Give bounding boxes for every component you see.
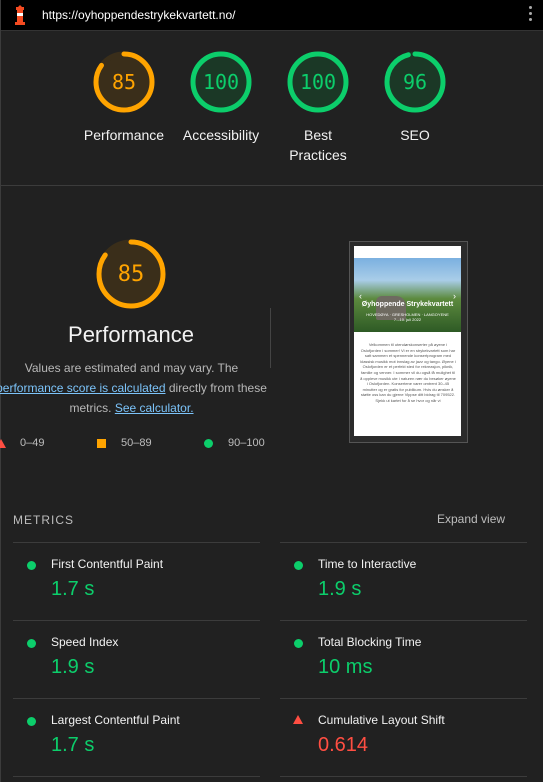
top-bar: https://oyhoppendestrykekvartett.no/ <box>0 0 543 31</box>
section-divider <box>0 185 543 186</box>
metric-value: 0.614 <box>318 734 369 756</box>
metric-largest-contentful-paint: Largest Contentful Paint 1.7 s <box>13 698 253 758</box>
gauge-label: Accessibility <box>182 127 260 143</box>
metric-name: Time to Interactive <box>318 557 417 571</box>
vertical-separator <box>270 308 271 368</box>
square-icon <box>97 439 106 448</box>
score-gauge-best-practices[interactable]: 100 <box>286 50 350 114</box>
desc-text-1: Values are estimated and may vary. The <box>24 361 239 375</box>
legend-label: 0–49 <box>20 437 45 449</box>
metric-value: 1.9 s <box>51 656 95 678</box>
metric-name: First Contentful Paint <box>51 557 164 571</box>
gauge-score: 85 <box>111 70 137 94</box>
fail-triangle-icon <box>293 715 303 724</box>
metric-divider <box>13 776 260 777</box>
chevron-left-icon: ‹ <box>359 291 362 301</box>
metric-value: 1.7 s <box>51 734 95 756</box>
metric-value: 10 ms <box>318 656 373 678</box>
gauge-label: SEO <box>400 127 430 143</box>
pass-circle-icon <box>294 561 303 570</box>
screenshot-dates: 7.–10. juli 2022 <box>393 317 422 322</box>
metrics-heading: METRICS <box>13 513 74 527</box>
screenshot-title: Øyhoppende Strykekvartett <box>361 301 454 308</box>
pass-circle-icon <box>27 639 36 648</box>
metric-time-to-interactive: Time to Interactive 1.9 s <box>280 542 520 602</box>
expand-view-button[interactable]: Expand view <box>437 512 505 526</box>
page-url: https://oyhoppendestrykekvartett.no/ <box>42 8 236 22</box>
metric-value: 1.9 s <box>318 578 362 600</box>
final-screenshot[interactable]: ‹ › Øyhoppende Strykekvartett HOVEDØYA ·… <box>349 241 468 443</box>
see-calculator-link[interactable]: See calculator. <box>115 401 194 415</box>
metric-cumulative-layout-shift: Cumulative Layout Shift 0.614 <box>280 698 520 758</box>
pass-circle-icon <box>27 717 36 726</box>
legend-label: 90–100 <box>228 437 265 449</box>
metric-total-blocking-time: Total Blocking Time 10 ms <box>280 620 520 680</box>
score-calculated-link[interactable]: performance score is calculated <box>0 381 166 395</box>
gauge-label: Best Practices <box>289 127 347 163</box>
pass-circle-icon <box>27 561 36 570</box>
desc-text-2: directly from these <box>165 381 267 395</box>
metric-name: Speed Index <box>51 635 119 649</box>
gauge-score: 100 <box>299 70 337 94</box>
metric-name: Cumulative Layout Shift <box>318 713 445 727</box>
kebab-menu-icon[interactable] <box>529 6 533 24</box>
metric-divider <box>280 776 527 777</box>
gauge-score: 85 <box>117 261 145 287</box>
performance-score-gauge[interactable]: 85 <box>95 238 167 310</box>
metric-first-contentful-paint: First Contentful Paint 1.7 s <box>13 542 253 602</box>
screenshot-page: ‹ › Øyhoppende Strykekvartett HOVEDØYA ·… <box>354 246 461 436</box>
gauge-score: 100 <box>202 70 240 94</box>
lighthouse-icon <box>15 5 25 25</box>
legend-label: 50–89 <box>121 437 152 449</box>
performance-description: Values are estimated and may vary. The p… <box>0 358 269 418</box>
performance-title: Performance <box>68 322 194 347</box>
score-gauge-seo[interactable]: 96 <box>383 50 447 114</box>
score-gauge-performance[interactable]: 85 <box>92 50 156 114</box>
screenshot-body: Velkommen til utendørskonserter på øyene… <box>360 342 456 403</box>
metric-value: 1.7 s <box>51 578 95 600</box>
circle-icon <box>204 439 213 448</box>
gauge-label: Performance <box>83 127 165 143</box>
metric-name: Largest Contentful Paint <box>51 713 180 727</box>
gauge-score: 96 <box>402 70 428 94</box>
chevron-right-icon: › <box>453 291 456 301</box>
screenshot-subtitle: HOVEDØYA · GRESHOLMEN · LANGOYENE 7.–10. … <box>356 312 459 322</box>
triangle-icon <box>0 439 6 448</box>
pass-circle-icon <box>294 639 303 648</box>
metric-speed-index: Speed Index 1.9 s <box>13 620 253 680</box>
metric-name: Total Blocking Time <box>318 635 422 649</box>
score-gauge-accessibility[interactable]: 100 <box>189 50 253 114</box>
desc-text-3: metrics. <box>69 401 115 415</box>
